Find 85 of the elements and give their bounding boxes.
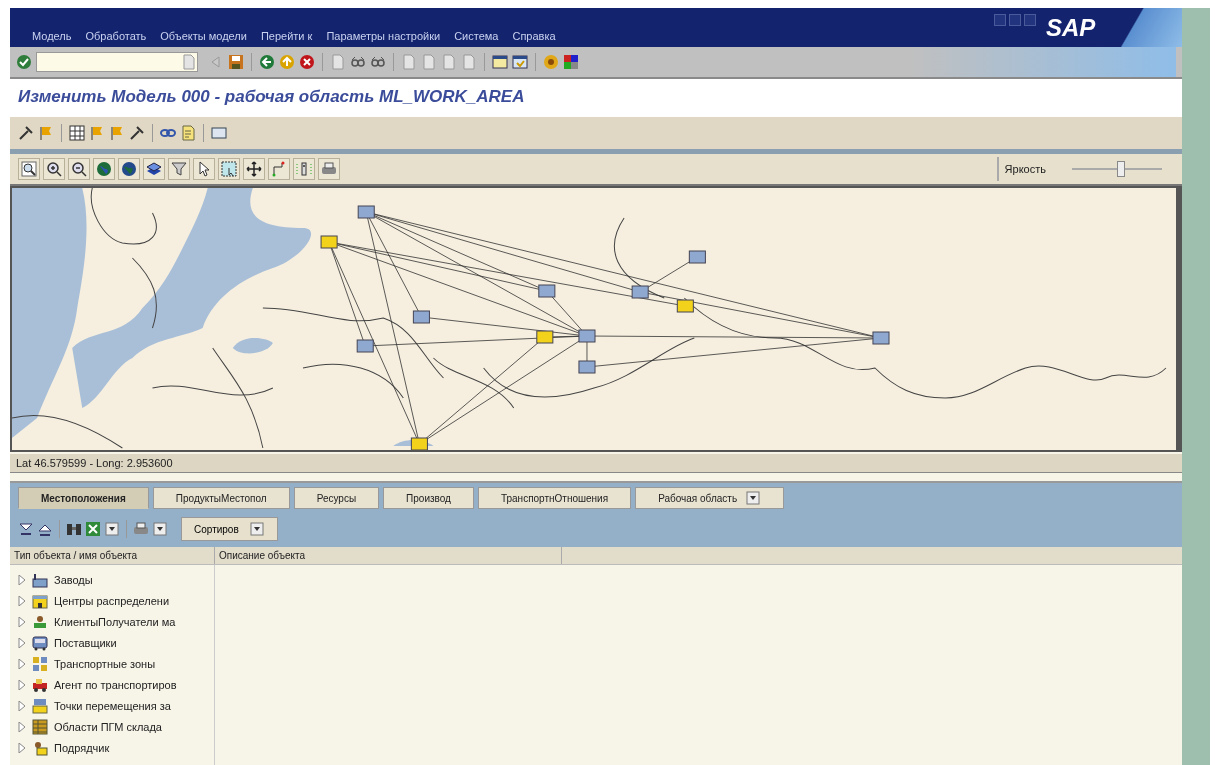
zones-icon — [32, 655, 48, 672]
collapsed-arrow-icon[interactable] — [18, 679, 26, 690]
tab[interactable]: ПродуктыМестопол — [152, 487, 290, 509]
cursor-icon[interactable] — [196, 161, 212, 177]
coordinates-text: Lat 46.579599 - Long: 2.953600 — [10, 454, 1182, 473]
truck-icon — [32, 676, 48, 693]
bus-icon — [32, 634, 48, 651]
collapsed-arrow-icon[interactable] — [18, 574, 26, 585]
zoom-in-icon[interactable] — [46, 161, 62, 177]
printer-icon[interactable] — [133, 521, 149, 537]
command-field[interactable] — [36, 52, 198, 72]
cancel-icon[interactable] — [299, 54, 315, 70]
connector-icon[interactable] — [271, 161, 287, 177]
collapsed-arrow-icon[interactable] — [18, 637, 26, 648]
dropdown-icon — [248, 521, 265, 537]
spreadsheet-icon[interactable] — [85, 521, 101, 537]
glasses-icon[interactable] — [370, 54, 386, 70]
dropdown-icon[interactable] — [104, 521, 120, 537]
grid-icon[interactable] — [69, 125, 85, 141]
tree-item[interactable]: Заводы — [54, 573, 93, 586]
tree-item[interactable]: Точки перемещения за — [54, 699, 171, 712]
magnifier-icon[interactable] — [21, 161, 37, 177]
color-squares-icon[interactable] — [563, 54, 579, 70]
tree-item[interactable]: КлиентыПолучатели ма — [54, 615, 176, 628]
screen-title: Изменить Модель 000 - рабочая область ML_WORK_AREA — [10, 79, 1182, 117]
grid-icon — [32, 718, 48, 735]
slider-thumb[interactable] — [1117, 161, 1126, 177]
brightness-label: Яркость — [1004, 163, 1046, 175]
person-icon — [32, 613, 48, 630]
move-icon[interactable] — [246, 161, 262, 177]
column-header[interactable]: Тип объекта / имя объекта — [10, 547, 215, 564]
tab[interactable]: Местоположения — [18, 487, 149, 509]
logo: SAP — [1046, 13, 1096, 42]
page-icon — [181, 54, 197, 70]
tool-icon[interactable] — [129, 125, 145, 141]
dropdown-icon[interactable] — [152, 521, 168, 537]
collapsed-arrow-icon[interactable] — [18, 721, 26, 732]
contractor-icon — [32, 739, 48, 756]
collapsed-arrow-icon[interactable] — [18, 658, 26, 669]
tree-item[interactable]: Транспортные зоны — [54, 657, 156, 670]
funnel-icon[interactable] — [171, 161, 187, 177]
check-icon[interactable] — [16, 54, 32, 70]
tab[interactable]: Рабочая область — [635, 487, 785, 509]
menu-item[interactable]: Обработать — [85, 30, 147, 42]
window-icon[interactable] — [492, 54, 508, 70]
zoom-out-icon[interactable] — [71, 161, 87, 177]
tree-item[interactable]: Области ПГМ склада — [54, 720, 162, 733]
tree-item[interactable]: Агент по транспортиров — [54, 678, 177, 691]
globe-icon[interactable] — [121, 161, 137, 177]
selection-icon[interactable] — [221, 161, 237, 177]
glasses-icon[interactable] — [350, 54, 366, 70]
warehouse-icon — [32, 592, 48, 609]
menu-item[interactable]: Система — [454, 30, 499, 42]
menu-item[interactable]: Перейти к — [260, 30, 313, 42]
flag-icon[interactable] — [89, 125, 105, 141]
sort-button[interactable]: Сортиров — [181, 517, 278, 541]
menu-item[interactable]: Параметры настройки — [326, 30, 441, 42]
back-icon[interactable] — [259, 54, 275, 70]
floppy-icon[interactable] — [228, 54, 244, 70]
tool-icon[interactable] — [18, 125, 34, 141]
factory-icon — [32, 571, 48, 588]
collapsed-arrow-icon[interactable] — [18, 700, 26, 711]
collapsed-arrow-icon[interactable] — [18, 616, 26, 627]
collapsed-arrow-icon[interactable] — [18, 742, 26, 753]
menu-item[interactable]: Объекты модели — [160, 30, 247, 42]
column-header[interactable]: Описание объекта — [215, 547, 562, 564]
printer-icon[interactable] — [321, 161, 337, 177]
transfer-icon — [32, 697, 48, 714]
dropdown-icon — [745, 490, 762, 506]
binoculars-icon[interactable] — [66, 521, 82, 537]
tab[interactable]: Производ — [383, 487, 474, 509]
document-icon[interactable] — [180, 125, 196, 141]
tab[interactable]: ТранспортнОтношения — [477, 487, 632, 509]
layers-icon[interactable] — [146, 161, 162, 177]
menu-item[interactable]: Модель — [32, 30, 72, 42]
tree-item[interactable]: Центры распределени — [54, 594, 170, 607]
expand-icon[interactable] — [18, 521, 34, 537]
screen-icon[interactable] — [211, 125, 227, 141]
tree-item[interactable]: Подрядчик — [54, 741, 110, 754]
window-icon[interactable] — [512, 54, 528, 70]
menu-item[interactable]: Справка — [512, 30, 556, 42]
collapsed-arrow-icon[interactable] — [18, 595, 26, 606]
tree-item[interactable]: Поставщики — [54, 636, 117, 649]
tab[interactable]: Ресурсы — [293, 487, 380, 509]
globe-icon[interactable] — [96, 161, 112, 177]
